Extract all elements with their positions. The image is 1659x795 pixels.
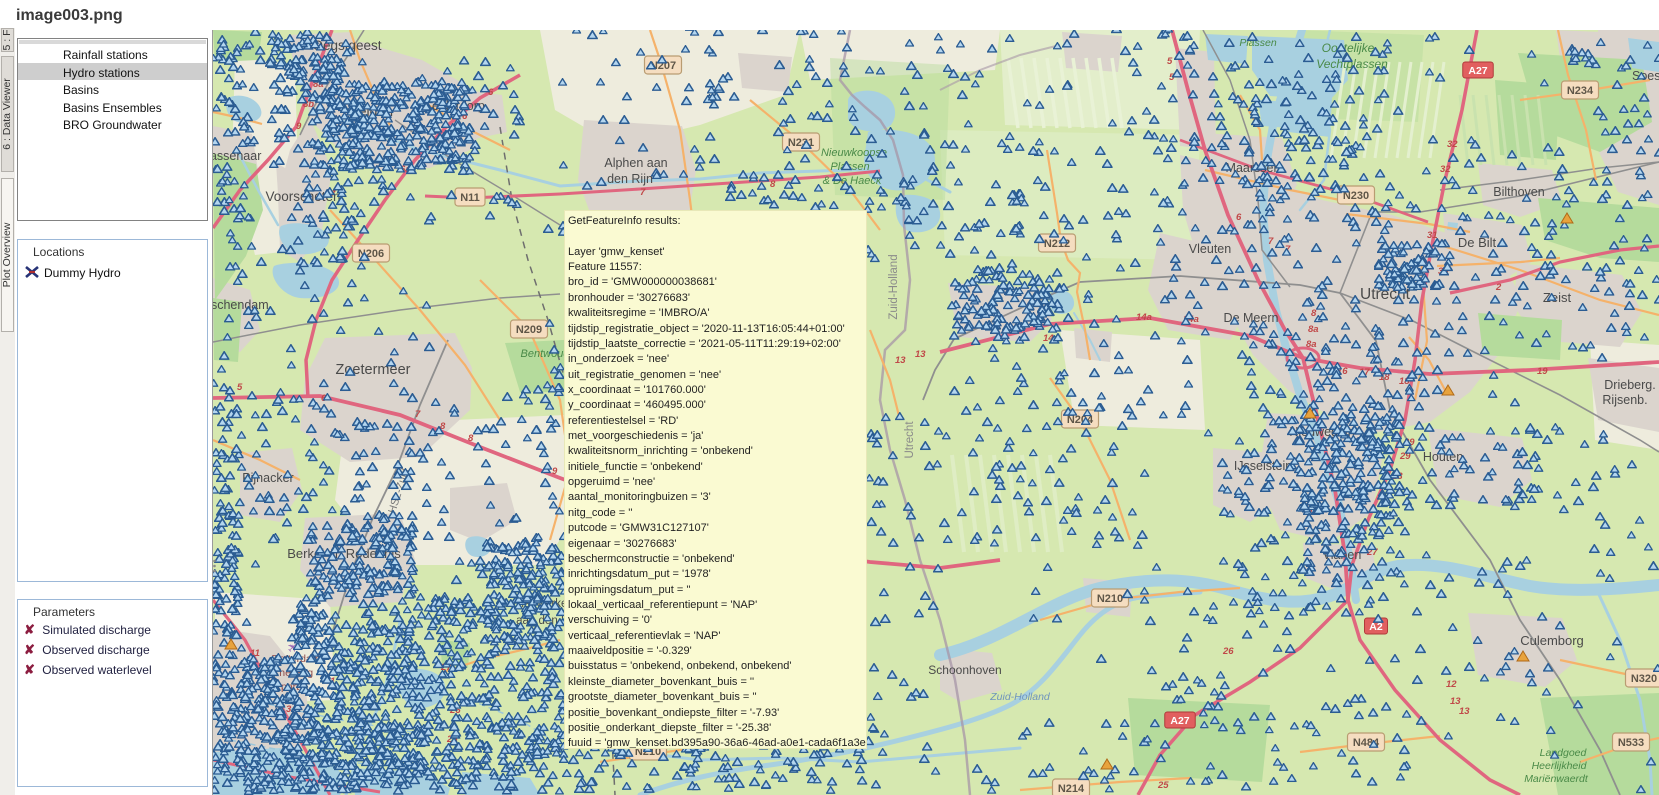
- svg-text:Soest: Soest: [1632, 69, 1659, 83]
- svg-text:32: 32: [1440, 164, 1451, 175]
- svg-text:N214: N214: [1058, 783, 1085, 795]
- svg-text:Bentwoud: Bentwoud: [521, 348, 571, 360]
- svg-text:Rijsenb.: Rijsenb.: [1602, 393, 1647, 407]
- svg-text:14a: 14a: [1136, 312, 1152, 323]
- svg-text:Alphen aan: Alphen aan: [604, 156, 667, 170]
- svg-text:A27: A27: [1468, 65, 1487, 77]
- svg-text:7: 7: [640, 187, 646, 198]
- svg-text:Heerlijkheid: Heerlijkheid: [1532, 760, 1588, 772]
- svg-text:N320: N320: [1631, 673, 1657, 685]
- svg-text:N11: N11: [460, 192, 480, 204]
- svg-text:N210: N210: [1097, 593, 1123, 605]
- svg-text:N234: N234: [1567, 85, 1594, 97]
- svg-text:8a: 8a: [1308, 324, 1319, 335]
- svg-text:Culemborg: Culemborg: [1520, 633, 1584, 648]
- svg-text:9: 9: [296, 121, 302, 132]
- svg-text:N209: N209: [516, 324, 542, 336]
- svg-text:Zeist: Zeist: [1543, 290, 1572, 305]
- svg-text:Schoonhoven: Schoonhoven: [928, 663, 1001, 677]
- svg-text:Bilthoven: Bilthoven: [1493, 185, 1544, 199]
- svg-text:8: 8: [468, 433, 474, 444]
- svg-text:Drieberg.: Drieberg.: [1604, 378, 1655, 392]
- svg-text:5: 5: [1167, 56, 1173, 67]
- svg-text:N533: N533: [1618, 737, 1644, 749]
- svg-text:19: 19: [1537, 366, 1548, 377]
- svg-text:5: 5: [237, 382, 243, 393]
- svg-text:Landgoed: Landgoed: [1540, 747, 1588, 759]
- svg-text:Vleuten: Vleuten: [1189, 242, 1231, 256]
- svg-text:6: 6: [1236, 212, 1242, 223]
- svg-text:8a: 8a: [1306, 339, 1317, 350]
- svg-text:Utrecht: Utrecht: [904, 421, 916, 459]
- svg-text:7: 7: [415, 409, 421, 420]
- svg-text:Zuid-Holland: Zuid-Holland: [989, 691, 1051, 703]
- svg-text:13: 13: [1459, 706, 1470, 717]
- svg-text:25: 25: [1157, 780, 1169, 791]
- svg-text:A27: A27: [1170, 715, 1189, 727]
- svg-text:De Bilt: De Bilt: [1458, 235, 1497, 250]
- svg-text:2: 2: [1495, 282, 1502, 293]
- svg-text:26: 26: [1222, 646, 1234, 657]
- svg-text:Leidschendam: Leidschendam: [213, 298, 269, 312]
- svg-text:Mariënwaerdt: Mariënwaerdt: [1524, 773, 1589, 785]
- svg-text:9: 9: [552, 466, 558, 477]
- svg-text:8: 8: [770, 179, 776, 190]
- svg-text:den Rijn: den Rijn: [607, 172, 653, 186]
- svg-text:12: 12: [1446, 679, 1457, 690]
- svg-text:Zuid-Holland: Zuid-Holland: [888, 254, 900, 319]
- svg-text:Plassen: Plassen: [1239, 37, 1277, 49]
- svg-text:32: 32: [1447, 139, 1458, 150]
- svg-text:Oostelijke: Oostelijke: [1322, 41, 1375, 55]
- svg-text:13: 13: [915, 349, 926, 360]
- svg-text:3: 3: [286, 704, 292, 715]
- svg-text:6: 6: [488, 87, 494, 98]
- svg-text:13: 13: [895, 355, 906, 366]
- svg-text:7: 7: [1268, 236, 1274, 247]
